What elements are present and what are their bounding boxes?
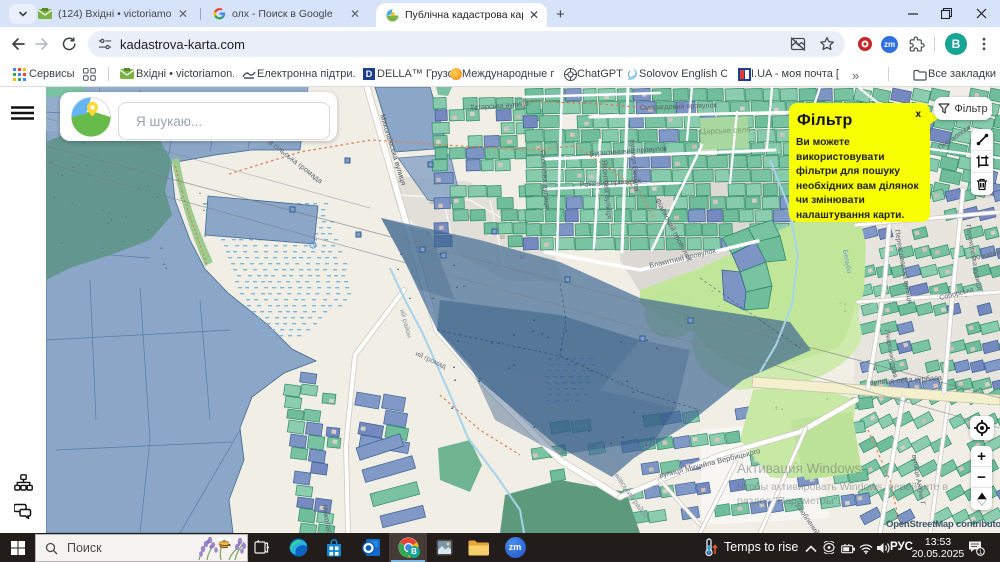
svg-text:Царське село: Царське село xyxy=(700,125,752,136)
